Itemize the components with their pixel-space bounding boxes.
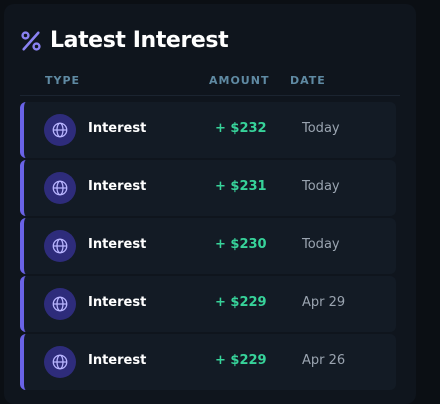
avatar <box>44 114 76 146</box>
row-type: Interest <box>88 237 147 252</box>
list-item[interactable]: Interest + $230 Today <box>20 218 396 274</box>
row-type: Interest <box>88 353 147 368</box>
row-date: Today <box>302 179 340 194</box>
globe-icon <box>52 354 68 370</box>
column-header-amount: AMOUNT <box>209 74 270 87</box>
row-type: Interest <box>88 295 147 310</box>
list-item[interactable]: Interest + $231 Today <box>20 160 396 216</box>
list-item[interactable]: Interest + $229 Apr 26 <box>20 334 396 390</box>
column-header-date: DATE <box>290 74 326 87</box>
latest-interest-panel: Latest Interest TYPE AMOUNT DATE Interes… <box>4 4 416 404</box>
interest-list: Interest + $232 Today Interest + $231 To… <box>20 102 396 392</box>
row-type: Interest <box>88 179 147 194</box>
row-amount: + $229 <box>215 295 267 310</box>
percent-icon <box>21 30 41 51</box>
row-date: Apr 26 <box>302 353 346 368</box>
globe-icon <box>52 296 68 312</box>
column-headers: TYPE AMOUNT DATE <box>20 74 400 96</box>
row-date: Today <box>302 121 340 136</box>
globe-icon <box>52 122 68 138</box>
globe-icon <box>52 238 68 254</box>
row-type: Interest <box>88 121 147 136</box>
avatar <box>44 230 76 262</box>
globe-icon <box>52 180 68 196</box>
column-header-type: TYPE <box>45 74 81 87</box>
row-date: Today <box>302 237 340 252</box>
page-title: Latest Interest <box>50 28 229 53</box>
avatar <box>44 288 76 320</box>
list-item[interactable]: Interest + $229 Apr 29 <box>20 276 396 332</box>
avatar <box>44 346 76 378</box>
row-amount: + $231 <box>215 179 267 194</box>
panel-header: Latest Interest <box>20 28 229 53</box>
row-amount: + $232 <box>215 121 267 136</box>
avatar <box>44 172 76 204</box>
row-amount: + $230 <box>215 237 267 252</box>
row-amount: + $229 <box>215 353 267 368</box>
list-item[interactable]: Interest + $232 Today <box>20 102 396 158</box>
row-date: Apr 29 <box>302 295 346 310</box>
